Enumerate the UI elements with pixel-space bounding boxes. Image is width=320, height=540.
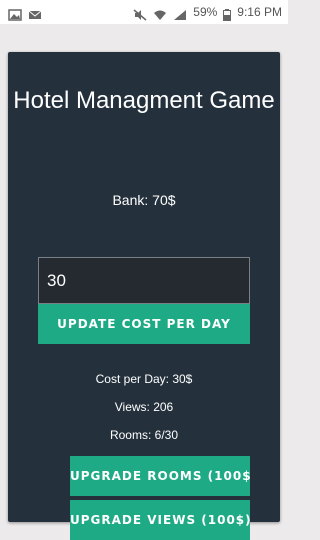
upgrade-rooms-button[interactable]: UPGRADE ROOMS (100$) — [70, 456, 250, 496]
rooms-label: Rooms: 6/30 — [109, 428, 179, 442]
bank-balance: Bank: 70$ — [112, 192, 176, 208]
status-bar: 59% 9:16 PM — [0, 0, 288, 24]
upgrade-views-button[interactable]: UPGRADE VIEWS (100$) — [70, 500, 250, 540]
cost-per-day-label: Cost per Day: 30$ — [95, 372, 193, 386]
cost-per-day-input[interactable] — [38, 257, 250, 304]
status-right: 59% 9:16 PM — [133, 5, 282, 21]
update-cost-button[interactable]: UPDATE COST PER DAY — [38, 304, 250, 344]
image-icon — [8, 6, 22, 21]
page-title: Hotel Managment Game — [13, 87, 275, 114]
status-left — [8, 6, 42, 21]
signal-icon — [173, 6, 187, 20]
email-icon — [28, 6, 42, 19]
wifi-icon — [153, 6, 167, 20]
game-panel: Hotel Managment Game Bank: 70$ UPDATE CO… — [8, 52, 280, 540]
battery-level: 59% — [193, 5, 218, 19]
mute-icon — [133, 6, 147, 21]
views-label: Views: 206 — [114, 400, 174, 414]
battery-icon — [223, 6, 232, 21]
clock: 9:16 PM — [237, 5, 282, 19]
